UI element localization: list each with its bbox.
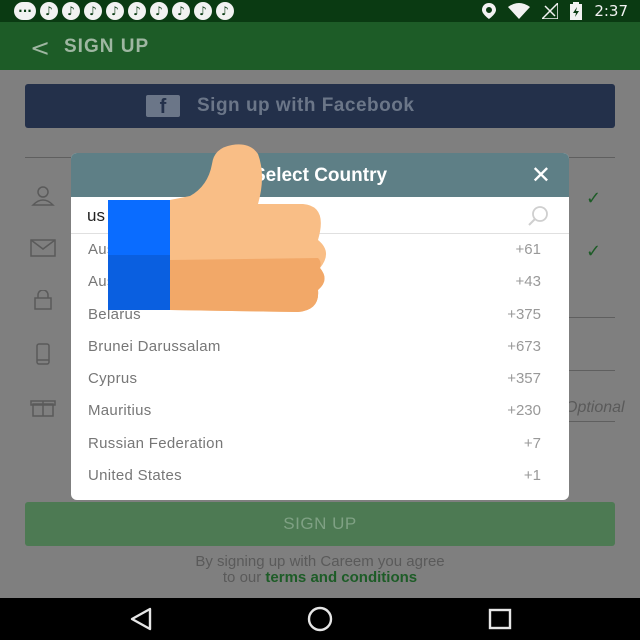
country-dial-code: +357 xyxy=(507,370,541,388)
country-dial-code: +61 xyxy=(515,241,541,258)
battery-icon xyxy=(570,2,583,20)
country-name: Russian Federation xyxy=(88,434,224,452)
back-arrow-icon[interactable]: < xyxy=(30,34,50,62)
page-title: SIGN UP xyxy=(64,36,150,57)
lock-icon xyxy=(30,289,56,312)
email-valid-check-icon: ✓ xyxy=(586,241,602,262)
app-notification-icon: ♪ xyxy=(84,2,102,20)
app-notification-icon: ♪ xyxy=(128,2,146,20)
signal-icon xyxy=(542,3,559,19)
app-notification-icon: ♪ xyxy=(106,2,124,20)
app-notification-icon: ♪ xyxy=(172,2,190,20)
message-icon: ··· xyxy=(14,2,36,20)
optional-label: Optional xyxy=(565,399,625,416)
agree-prefix: to our xyxy=(222,569,262,586)
wifi-icon xyxy=(508,3,531,19)
close-icon[interactable]: ✕ xyxy=(531,161,551,189)
recents-square-icon[interactable] xyxy=(487,606,513,632)
country-dial-code: +43 xyxy=(515,273,541,291)
terms-link[interactable]: terms and conditions xyxy=(265,569,417,586)
country-row[interactable]: Mauritius +230 xyxy=(71,395,569,427)
country-name: Mauritius xyxy=(88,402,152,420)
signup-button-label: SIGN UP xyxy=(283,514,357,533)
app-notification-icon: ♪ xyxy=(216,2,234,20)
navigation-bar xyxy=(0,598,640,640)
gift-icon xyxy=(30,397,56,419)
country-row[interactable]: United States +1 xyxy=(71,460,569,492)
status-bar: ··· ♪ ♪ ♪ ♪ ♪ ♪ ♪ ♪ ♪ 2:37 xyxy=(0,0,640,22)
app-notification-icon: ♪ xyxy=(40,2,58,20)
country-dial-code: +1 xyxy=(523,467,541,485)
facebook-signup-button[interactable]: f Sign up with Facebook xyxy=(25,84,615,128)
country-row[interactable]: Brunei Darussalam +673 xyxy=(71,331,569,363)
agree-text: By signing up with Careem you agree xyxy=(195,553,445,570)
app-notification-icon: ♪ xyxy=(194,2,212,20)
notification-icons: ··· ♪ ♪ ♪ ♪ ♪ ♪ ♪ ♪ ♪ xyxy=(14,2,234,20)
country-name: Brunei Darussalam xyxy=(88,337,221,355)
country-row[interactable]: Russian Federation +7 xyxy=(71,428,569,460)
country-dial-code: +7 xyxy=(523,434,541,452)
signup-button[interactable]: SIGN UP xyxy=(25,502,615,546)
country-name: Cyprus xyxy=(88,370,138,388)
facebook-signup-label: Sign up with Facebook xyxy=(197,95,415,116)
location-icon xyxy=(482,3,497,19)
person-icon xyxy=(30,186,56,208)
mail-icon xyxy=(30,239,56,261)
name-valid-check-icon: ✓ xyxy=(586,188,602,209)
app-notification-icon: ♪ xyxy=(150,2,168,20)
country-dial-code: +230 xyxy=(507,402,541,420)
app-notification-icon: ♪ xyxy=(62,2,80,20)
app-bar: < SIGN UP xyxy=(0,22,640,70)
back-triangle-icon[interactable] xyxy=(128,606,154,632)
clock: 2:37 xyxy=(594,2,628,20)
country-row[interactable]: Cyprus +357 xyxy=(71,363,569,395)
home-circle-icon[interactable] xyxy=(306,606,334,632)
country-dial-code: +375 xyxy=(507,305,541,323)
country-name: United States xyxy=(88,467,182,485)
terms-notice: By signing up with Careem you agree to o… xyxy=(0,554,640,586)
thumbs-up-icon xyxy=(108,144,327,312)
system-icons: 2:37 xyxy=(482,0,628,22)
country-dial-code: +673 xyxy=(507,337,541,355)
search-icon[interactable] xyxy=(527,205,551,227)
facebook-icon: f xyxy=(146,95,180,118)
phone-icon xyxy=(30,343,56,365)
